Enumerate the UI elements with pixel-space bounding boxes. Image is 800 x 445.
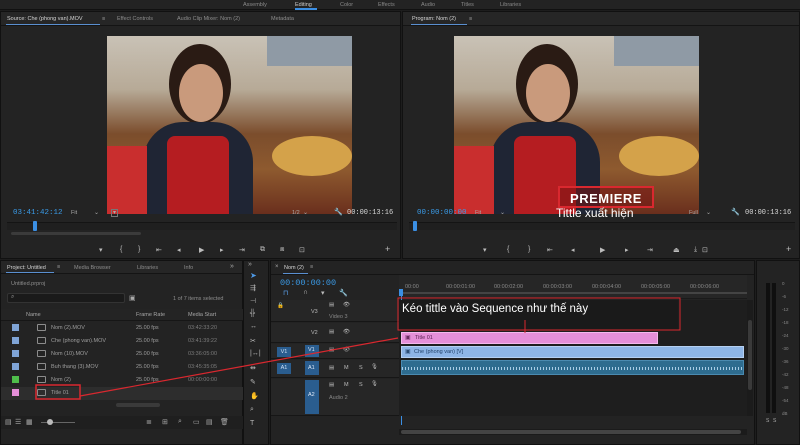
timeline-annotation-box [397, 297, 681, 331]
annotation-overlay [35, 297, 681, 400]
drag-connector-line [79, 337, 399, 397]
title-item-highlight-box [35, 384, 81, 400]
